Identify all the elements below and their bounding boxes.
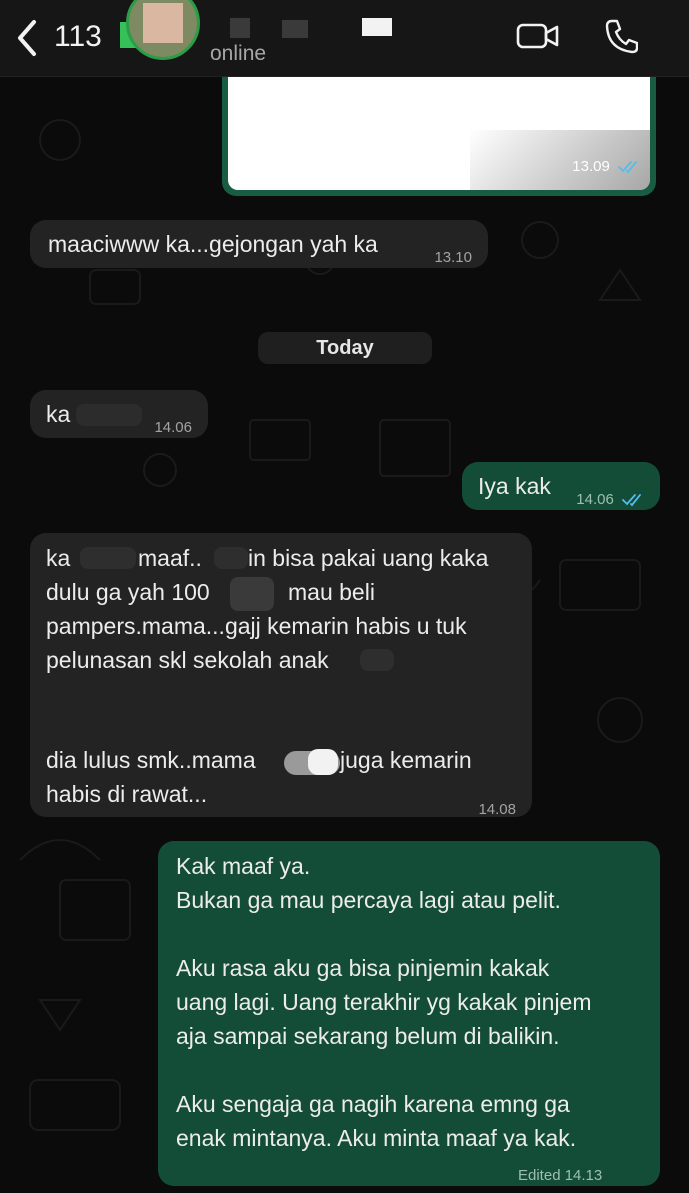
name-redaction: [362, 18, 392, 36]
message-list: 13.09 maaciwww ka...gejongan yah ka 13.1…: [0, 0, 689, 1186]
incoming-message[interactable]: ka maaf.. in bisa pakai uang kaka dulu g…: [30, 533, 532, 818]
chevron-left-icon: [18, 20, 36, 56]
message-time: 14.06: [154, 419, 192, 436]
redaction-blur: [80, 547, 136, 569]
message-text-line: pelunasan skl sekolah anak: [46, 647, 329, 673]
outgoing-image-message[interactable]: 13.09: [222, 60, 656, 196]
outgoing-message[interactable]: Kak maaf ya. Bukan ga mau percaya lagi a…: [158, 841, 660, 1186]
redaction-blur: [360, 649, 394, 671]
message-text-line: ka: [46, 545, 71, 571]
video-call-icon: [516, 23, 559, 49]
voice-call-button[interactable]: [604, 18, 639, 54]
date-separator: Today: [258, 332, 432, 364]
double-check-icon: [622, 493, 646, 507]
incoming-message[interactable]: ka 14.06: [30, 390, 208, 438]
message-text-line: pampers.mama...gajj kemarin habis u tuk: [46, 613, 467, 639]
message-text-line: dulu ga yah 100: [46, 579, 210, 605]
message-meta: Edited 14.13: [518, 1159, 602, 1193]
message-paragraph: Aku sengaja ga nagih karena emng ga enak…: [176, 1091, 577, 1151]
contact-avatar[interactable]: [126, 0, 200, 60]
message-text: maaciwww ka...gejongan yah ka: [48, 231, 378, 257]
message-text-line: in bisa pakai uang kaka: [248, 545, 489, 571]
message-time: 14.08: [478, 801, 516, 818]
chat-header: 113 online: [0, 0, 689, 77]
message-time: 13.10: [434, 249, 472, 266]
message-time: 13.09: [572, 158, 610, 175]
message-text-line: maaf..: [138, 545, 202, 571]
video-call-button[interactable]: [516, 20, 560, 52]
phone-icon: [605, 19, 639, 54]
message-paragraph: Aku rasa aku ga bisa pinjemin kakak uang…: [176, 955, 592, 1049]
incoming-message[interactable]: maaciwww ka...gejongan yah ka 13.10: [30, 220, 488, 268]
redaction-blur: [76, 404, 142, 426]
message-text-line: dia lulus smk..mama: [46, 747, 256, 773]
message-paragraph: Kak maaf ya. Bukan ga mau percaya lagi a…: [176, 853, 561, 913]
name-redaction: [282, 20, 308, 38]
message-text-line: habis di rawat...: [46, 781, 208, 807]
redaction-blur: [308, 749, 338, 775]
message-text-line: mau beli: [288, 579, 375, 605]
double-check-icon: [618, 160, 642, 174]
avatar-redaction: [143, 3, 183, 43]
back-button[interactable]: [12, 18, 42, 58]
message-meta: 14.06: [576, 483, 646, 517]
unread-count[interactable]: 113: [54, 20, 102, 54]
name-redaction: [230, 18, 250, 38]
redaction-blur: [214, 547, 248, 569]
contact-status: online: [210, 42, 267, 65]
message-meta: 13.09: [572, 150, 642, 184]
message-time: 14.06: [576, 491, 614, 508]
outgoing-message[interactable]: Iya kak 14.06: [462, 462, 660, 510]
redaction-blur: [230, 577, 274, 611]
message-text: Iya kak: [478, 473, 551, 499]
message-text: ka: [46, 401, 71, 427]
message-text-line: juga kemarin: [340, 747, 472, 773]
